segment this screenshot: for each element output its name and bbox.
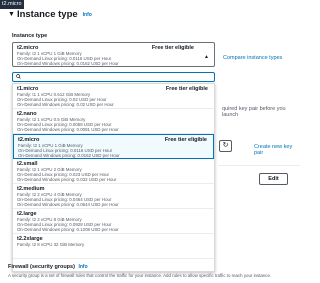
option-line3: On-Demand Windows pricing: 0.0081 USD pe… [17,127,119,133]
instance-type-select[interactable]: t2.micro Family: t2 1 vCPU 1 GiB Memory … [12,42,215,67]
search-icon [16,74,21,79]
option-t2-large[interactable]: t2.large Family: t2 2 vCPU 8 GiB Memory … [13,209,214,234]
free-tier-badge: Free tier eligible [151,45,194,51]
option-line3: On-Demand Windows pricing: 0.1208 USD pe… [17,227,119,233]
firewall-description: A security group is a set of firewall ru… [8,273,272,278]
option-t2-micro-selected[interactable]: t2.micro Family: t2 1 vCPU 1 GiB Memory … [13,134,214,159]
search-input[interactable] [12,72,215,82]
selected-line3: On-Demand Windows pricing: 0.0162 USD pe… [17,61,119,67]
field-label: Instance type [12,33,48,39]
edit-button[interactable]: Edit [259,173,288,185]
caret-up-icon: ▲ [204,54,209,60]
section-title[interactable]: ▼ Instance type Info [8,9,92,20]
divider [218,165,300,166]
option-t1-micro[interactable]: t1.micro Family: t1 1 vCPU 0.612 GiB Mem… [13,84,214,109]
keypair-hint: quired key pair before you launch [222,106,286,118]
option-t2-small[interactable]: t2.small Family: t2 1 vCPU 2 GiB Memory … [13,159,214,184]
section-title-text: Instance type [16,9,78,20]
free-tier-badge: Free tier eligible [165,86,208,92]
compare-instance-types-link[interactable]: Compare instance types [223,55,282,61]
option-line3: On-Demand Windows pricing: 0.032 USD per… [17,177,117,183]
option-t2-medium[interactable]: t2.medium Family: t2 2 vCPU 4 GiB Memory… [13,184,214,209]
free-tier-badge: Free tier eligible [164,137,207,143]
option-line1: Family: t2 8 vCPU 32 GiB Memory [17,242,85,247]
instance-type-dropdown: t1.micro Family: t1 1 vCPU 0.612 GiB Mem… [12,83,215,272]
firewall-title: Firewall (security groups) Info [8,264,88,270]
option-line3: On-Demand Windows pricing: 0.02 USD per … [17,102,114,108]
collapse-caret-icon[interactable]: ▼ [8,11,15,18]
refresh-icon: ↻ [222,142,229,149]
create-key-pair-link[interactable]: Create new key pair [254,144,300,156]
option-t2-2xlarge[interactable]: t2.2xlarge Family: t2 8 vCPU 32 GiB Memo… [13,234,214,259]
option-line3: On-Demand Windows pricing: 0.0644 USD pe… [17,202,119,208]
option-line3: On-Demand Windows pricing: 0.0162 USD pe… [18,153,120,159]
refresh-button[interactable]: ↻ [219,140,232,152]
firewall-title-text: Firewall (security groups) [8,264,75,270]
firewall-info-link[interactable]: Info [78,264,87,270]
option-t2-nano[interactable]: t2.nano Family: t2 1 vCPU 0.5 GiB Memory… [13,109,214,134]
instance-tag: t2.micro [0,0,24,9]
info-link[interactable]: Info [83,12,92,18]
